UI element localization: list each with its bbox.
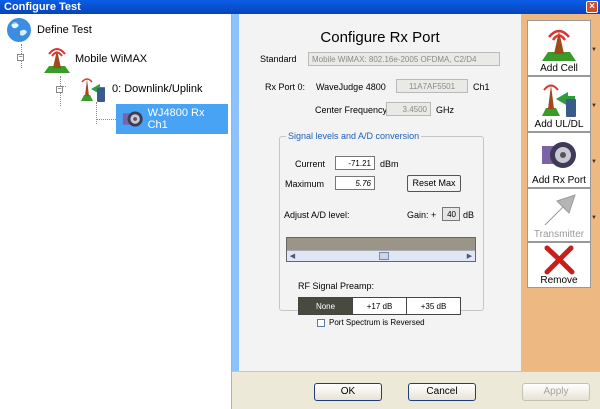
- uldl-icon: [81, 78, 105, 102]
- globe-icon: [7, 18, 31, 42]
- current-label: Current: [295, 159, 326, 169]
- slider-track: [287, 238, 475, 250]
- preamp-none-button[interactable]: None: [298, 297, 353, 315]
- gain-unit: dB: [463, 210, 475, 220]
- scroll-left-arrow-icon[interactable]: ◀: [288, 252, 297, 261]
- tree-connector: [96, 102, 97, 124]
- dropdown-arrow-icon[interactable]: ▼: [591, 103, 597, 109]
- center-frequency-unit: GHz: [436, 105, 454, 115]
- wavejudge-label: WaveJudge 4800: [316, 82, 386, 92]
- remove-label: Remove: [540, 275, 578, 286]
- group-title: Signal levels and A/D conversion: [286, 131, 422, 141]
- spectrum-reversed-checkbox[interactable]: [317, 318, 325, 327]
- rf-preamp-label: RF Signal Preamp:: [298, 281, 375, 291]
- preamp-17db-button[interactable]: +17 dB: [352, 297, 407, 315]
- dropdown-arrow-icon[interactable]: ▼: [591, 215, 597, 221]
- gain-label: Gain: +: [407, 210, 437, 220]
- pane-splitter[interactable]: [232, 14, 239, 371]
- tree-item-label: Mobile WiMAX: [75, 53, 148, 65]
- test-tree: − − Define Test Mobile WiMAX 0: Downlink…: [0, 14, 232, 409]
- channel-label: Ch1: [473, 82, 490, 92]
- add-cell-label: Add Cell: [540, 63, 578, 74]
- transmitter-button[interactable]: Transmitter ▼: [527, 188, 597, 242]
- apply-button[interactable]: Apply: [522, 383, 590, 401]
- tree-item-define-test[interactable]: Define Test: [5, 16, 92, 44]
- close-button[interactable]: ×: [586, 1, 598, 13]
- adjust-ad-label: Adjust A/D level:: [284, 210, 350, 220]
- reset-max-button[interactable]: Reset Max: [407, 175, 461, 192]
- rx-port-label: Rx Port 0:: [265, 82, 306, 92]
- center-frequency-label: Center Frequency: [315, 105, 388, 115]
- serial-field: 11A7AF5501: [396, 79, 468, 93]
- current-unit: dBm: [380, 159, 399, 169]
- cancel-button[interactable]: Cancel: [408, 383, 476, 401]
- expander-downlink-uplink[interactable]: −: [56, 86, 63, 93]
- dropdown-arrow-icon[interactable]: ▼: [591, 47, 597, 53]
- cell-tower-icon: [542, 29, 576, 61]
- standard-field: Mobile WiMAX: 802.16e-2005 OFDMA, C2/D4: [308, 52, 500, 66]
- gain-field[interactable]: 40: [442, 207, 460, 221]
- spectrum-reversed-label: Port Spectrum is Reversed: [329, 318, 425, 327]
- slider-thumb[interactable]: [379, 252, 390, 260]
- standard-label: Standard: [260, 54, 297, 64]
- tree-item-downlink-uplink[interactable]: 0: Downlink/Uplink: [78, 74, 202, 104]
- maximum-field: 5.76: [335, 176, 375, 190]
- expander-mobile-wimax[interactable]: −: [17, 54, 24, 61]
- center-frequency-field: 3.4500: [386, 102, 431, 116]
- configure-rx-port-panel: Configure Rx Port Standard Mobile WiMAX:…: [239, 14, 521, 371]
- ad-level-slider[interactable]: ◀ ▶: [286, 237, 476, 262]
- tree-item-rx-port[interactable]: WJ4800 Rx Ch1: [116, 104, 228, 134]
- rx-port-icon: [122, 111, 143, 127]
- tree-item-label: WJ4800 Rx Ch1: [147, 107, 205, 131]
- current-field: -71.21: [335, 156, 375, 170]
- dialog-footer: OK Cancel Apply: [232, 371, 600, 409]
- remove-button[interactable]: Remove: [527, 242, 591, 288]
- add-rx-port-button[interactable]: Add Rx Port ▼: [527, 132, 597, 188]
- transmitter-arrow-icon: [544, 194, 576, 226]
- tree-item-mobile-wimax[interactable]: Mobile WiMAX: [41, 44, 147, 74]
- window-titlebar: Configure Test ×: [0, 0, 600, 14]
- preamp-35db-button[interactable]: +35 dB: [406, 297, 461, 315]
- signal-levels-group: Signal levels and A/D conversion Current…: [279, 131, 484, 315]
- remove-x-icon: [544, 245, 575, 275]
- tree-connector: [96, 119, 116, 120]
- add-rx-port-label: Add Rx Port: [532, 175, 586, 186]
- maximum-label: Maximum: [285, 179, 325, 189]
- add-cell-button[interactable]: Add Cell ▼: [527, 20, 597, 76]
- rf-preamp-selector: None +17 dB +35 dB: [298, 297, 461, 315]
- add-uldl-button[interactable]: Add UL/DL ▼: [527, 76, 597, 132]
- scroll-right-arrow-icon[interactable]: ▶: [465, 252, 474, 261]
- uldl-icon: [542, 84, 576, 117]
- window-title: Configure Test: [4, 1, 81, 13]
- tree-item-label: Define Test: [37, 24, 92, 36]
- tree-item-label: 0: Downlink/Uplink: [112, 83, 203, 95]
- cell-tower-icon: [44, 48, 70, 73]
- dropdown-arrow-icon[interactable]: ▼: [591, 159, 597, 165]
- right-toolbar: Add Cell ▼ Add UL/DL ▼ Add Rx Port ▼ Tra…: [521, 14, 600, 371]
- slider-scrollbar[interactable]: ◀ ▶: [287, 250, 475, 261]
- transmitter-label: Transmitter: [533, 229, 585, 240]
- ok-button[interactable]: OK: [314, 383, 382, 401]
- page-title: Configure Rx Port: [320, 29, 440, 46]
- spectrum-reversed-option[interactable]: Port Spectrum is Reversed: [317, 318, 425, 327]
- add-uldl-label: Add UL/DL: [534, 119, 584, 130]
- rx-port-icon: [542, 142, 576, 168]
